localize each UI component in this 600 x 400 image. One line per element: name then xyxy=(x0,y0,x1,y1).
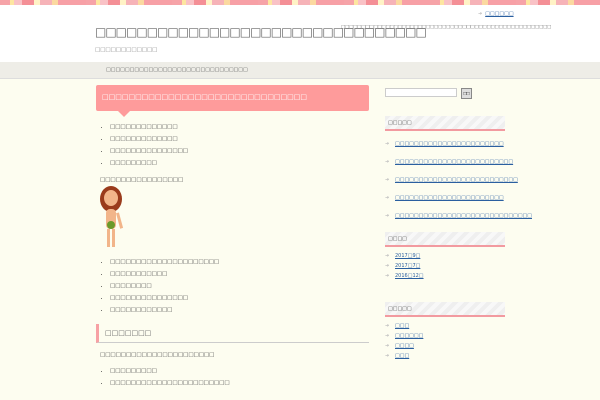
site-header: □□□□□□ □□□□□□□□□□□□□□□□□□□□□□□□□□□□□□□□ … xyxy=(0,5,600,62)
list-item: □□□□□□□□□ xyxy=(110,157,369,169)
list-item: □□□□□□□□□ xyxy=(110,365,369,377)
recent-posts-heading: □□□□□ xyxy=(385,116,505,131)
section-heading: □□□□□□□ xyxy=(96,324,369,343)
archive-item[interactable]: 2017□7□ xyxy=(385,261,505,271)
list-item: □□□□□□□□□□□□□ xyxy=(110,121,369,133)
category-item[interactable]: □□□□ xyxy=(385,341,505,351)
list-3: □□□□□□□□□ □□□□□□□□□□□□□□□□□□□□□□□ xyxy=(96,365,369,389)
breadcrumb: □□□□□□□□□□□□□□□□□□□□□□□□□□□□□□ xyxy=(106,67,248,73)
list-item: □□□□□□□□□□□□□□□ xyxy=(110,145,369,157)
category-item[interactable]: □□□□□□ xyxy=(385,331,505,341)
sidebar: □□ □□□□□ □□□□□□□□□□□□□□□□□□□□□□□ □□□□□□□… xyxy=(385,88,532,361)
recent-post-link[interactable]: □□□□□□□□□□□□□□□□□□□□□□□□□□□□□ xyxy=(395,213,532,219)
search-button[interactable]: □□ xyxy=(461,88,472,99)
archive-item[interactable]: 2017□9□ xyxy=(385,251,505,261)
recent-post-link[interactable]: □□□□□□□□□□□□□□□□□□□□□□□□□□ xyxy=(395,177,518,183)
categories-heading: □□□□□ xyxy=(385,302,505,317)
site-subtitle: □□□□□□□□□□□□ xyxy=(95,47,158,53)
recent-posts-list: □□□□□□□□□□□□□□□□□□□□□□□ □□□□□□□□□□□□□□□□… xyxy=(385,135,532,225)
list-item: □□□□□□□□□□□□ xyxy=(110,304,369,316)
categories-list: □□□ □□□□□□ □□□□ □□□ xyxy=(385,321,505,361)
list-item: □□□□□□□□□□□□□□□ xyxy=(110,292,369,304)
archive-link[interactable]: 2016□12□ xyxy=(395,273,424,279)
category-item[interactable]: □□□ xyxy=(385,321,505,331)
recent-post-item[interactable]: □□□□□□□□□□□□□□□□□□□□□□□□□ xyxy=(385,153,513,171)
list-1: □□□□□□□□□□□□□ □□□□□□□□□□□□□ □□□□□□□□□□□□… xyxy=(96,121,369,169)
main-content: □□□□□□□□□□□□□□□□□□□□□□□□□□□□□□□ □□□□□□□□… xyxy=(96,85,369,389)
paragraph: □□□□□□□□□□□□□□□□ xyxy=(100,177,184,183)
search-form: □□ xyxy=(385,88,505,99)
recent-post-item[interactable]: □□□□□□□□□□□□□□□□□□□□□□□ xyxy=(385,189,505,207)
list-2: □□□□□□□□□□□□□□□□□□□□□ □□□□□□□□□□□ □□□□□□… xyxy=(96,256,369,316)
category-link[interactable]: □□□□□□ xyxy=(395,333,423,339)
paragraph: □□□□□□□□□□□□□□□□□□□□□□ xyxy=(100,352,215,358)
archives-list: 2017□9□ 2017□7□ 2016□12□ xyxy=(385,251,505,281)
archives-heading: □□□□ xyxy=(385,232,505,247)
breadcrumb-bar: □□□□□□□□□□□□□□□□□□□□□□□□□□□□□□ xyxy=(0,62,600,79)
search-input[interactable] xyxy=(385,88,457,97)
character-illustration xyxy=(100,186,124,247)
recent-post-item[interactable]: □□□□□□□□□□□□□□□□□□□□□□□□□□ xyxy=(385,171,518,189)
archive-item[interactable]: 2016□12□ xyxy=(385,271,505,281)
recent-post-link[interactable]: □□□□□□□□□□□□□□□□□□□□□□□□□ xyxy=(395,159,513,165)
list-item: □□□□□□□□□□□□□□□□□□□□□□□ xyxy=(110,377,369,389)
list-item: □□□□□□□□□□□□□ xyxy=(110,133,369,145)
category-link[interactable]: □□□□ xyxy=(395,343,414,349)
archive-link[interactable]: 2017□9□ xyxy=(395,253,420,259)
category-link[interactable]: □□□ xyxy=(395,353,409,359)
list-item: □□□□□□□□□□□□□□□□□□□□□ xyxy=(110,256,369,268)
top-link[interactable]: □□□□□□ xyxy=(478,11,513,17)
archive-link[interactable]: 2017□7□ xyxy=(395,263,420,269)
site-description: □□□□□□□□□□□□□□□□□□□□□□□□□□□□□□□□□□□□□□□□… xyxy=(341,25,552,30)
post-title: □□□□□□□□□□□□□□□□□□□□□□□□□□□□□□□ xyxy=(96,85,369,117)
list-item: □□□□□□□□ xyxy=(110,280,369,292)
recent-post-link[interactable]: □□□□□□□□□□□□□□□□□□□□□□□ xyxy=(395,195,504,201)
recent-post-item[interactable]: □□□□□□□□□□□□□□□□□□□□□□□□□□□□□ xyxy=(385,207,532,225)
recent-post-link[interactable]: □□□□□□□□□□□□□□□□□□□□□□□ xyxy=(395,141,504,147)
recent-post-item[interactable]: □□□□□□□□□□□□□□□□□□□□□□□ xyxy=(385,135,505,153)
category-link[interactable]: □□□ xyxy=(395,323,409,329)
list-item: □□□□□□□□□□□ xyxy=(110,268,369,280)
category-item[interactable]: □□□ xyxy=(385,351,505,361)
